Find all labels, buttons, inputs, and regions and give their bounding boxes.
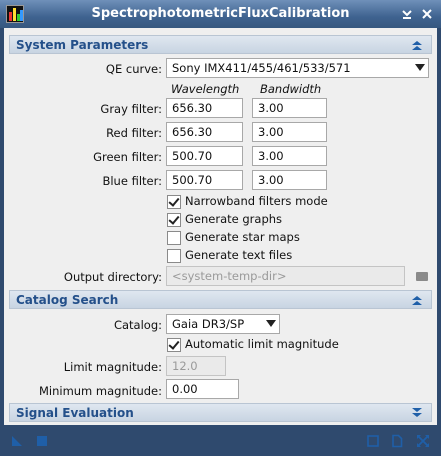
checkbox-label: Generate text files (185, 248, 293, 262)
green-bandwidth-field[interactable]: 3.00 (252, 146, 327, 166)
blue-filter-label: Blue filter: (102, 174, 162, 188)
catalog-label: Catalog: (113, 318, 162, 332)
gray-filter-label: Gray filter: (100, 102, 162, 116)
red-wavelength-field[interactable]: 656.30 (166, 122, 243, 142)
section-catalog-search[interactable]: Catalog Search (9, 290, 432, 309)
checkbox-box[interactable] (167, 213, 181, 227)
edit-instance-icon[interactable] (390, 434, 404, 448)
output-directory-label: Output directory: (63, 270, 162, 284)
limit-magnitude-label: Limit magnitude: (63, 360, 162, 374)
checkbox-label: Generate graphs (185, 212, 283, 226)
gray-wavelength-field[interactable]: 656.30 (166, 98, 243, 118)
folder-icon[interactable] (416, 272, 428, 281)
section-signal-evaluation[interactable]: Signal Evaluation (9, 403, 432, 422)
checkbox-box[interactable] (167, 195, 181, 209)
minimum-magnitude-field[interactable]: 0.00 (166, 379, 239, 399)
minimum-magnitude-label: Minimum magnitude: (38, 384, 162, 398)
new-instance-icon[interactable] (10, 434, 24, 448)
section-title: System Parameters (16, 38, 149, 52)
chevron-down-icon (415, 64, 425, 71)
section-title: Signal Evaluation (16, 406, 134, 420)
limit-magnitude-field[interactable]: 12.0 (166, 356, 226, 376)
red-bandwidth-field[interactable]: 3.00 (252, 122, 327, 142)
red-filter-label: Red filter: (106, 126, 162, 140)
green-filter-label: Green filter: (93, 150, 162, 164)
catalog-value: Gaia DR3/SP (172, 317, 245, 331)
bandwidth-header: Bandwidth (260, 82, 322, 96)
blue-wavelength-field[interactable]: 500.70 (166, 170, 243, 190)
collapse-section-icon[interactable] (410, 293, 424, 307)
reset-icon[interactable] (416, 434, 430, 448)
qe-curve-select[interactable]: Sony IMX411/455/461/533/571 (166, 58, 429, 78)
apply-global-icon[interactable] (35, 434, 49, 448)
gray-bandwidth-field[interactable]: 3.00 (252, 98, 327, 118)
title-bar: SpectrophotometricFluxCalibration (0, 0, 441, 28)
output-directory-field[interactable]: <system-temp-dir> (166, 266, 405, 286)
wavelength-header: Wavelength (171, 82, 240, 96)
collapse-window-icon[interactable] (399, 6, 415, 22)
close-icon[interactable] (419, 6, 435, 22)
section-system-parameters[interactable]: System Parameters (9, 35, 432, 54)
section-title: Catalog Search (16, 293, 119, 307)
main-panel: System Parameters QE curve: Sony IMX411/… (4, 28, 437, 425)
browse-documentation-icon[interactable] (366, 434, 380, 448)
catalog-select[interactable]: Gaia DR3/SP (166, 314, 280, 334)
blue-bandwidth-field[interactable]: 3.00 (252, 170, 327, 190)
chevron-down-icon (266, 320, 276, 327)
expand-section-icon[interactable] (410, 406, 424, 420)
qe-curve-label: QE curve: (105, 62, 162, 76)
green-wavelength-field[interactable]: 500.70 (166, 146, 243, 166)
checkbox-box[interactable] (167, 249, 181, 263)
checkbox-label: Generate star maps (185, 230, 300, 244)
checkbox-box[interactable] (167, 338, 181, 352)
window-title: SpectrophotometricFluxCalibration (91, 6, 350, 21)
checkbox-label: Narrowband filters mode (185, 194, 328, 208)
checkbox-label: Automatic limit magnitude (185, 337, 339, 351)
qe-curve-value: Sony IMX411/455/461/533/571 (172, 61, 351, 75)
checkbox-box[interactable] (167, 231, 181, 245)
collapse-section-icon[interactable] (410, 38, 424, 52)
